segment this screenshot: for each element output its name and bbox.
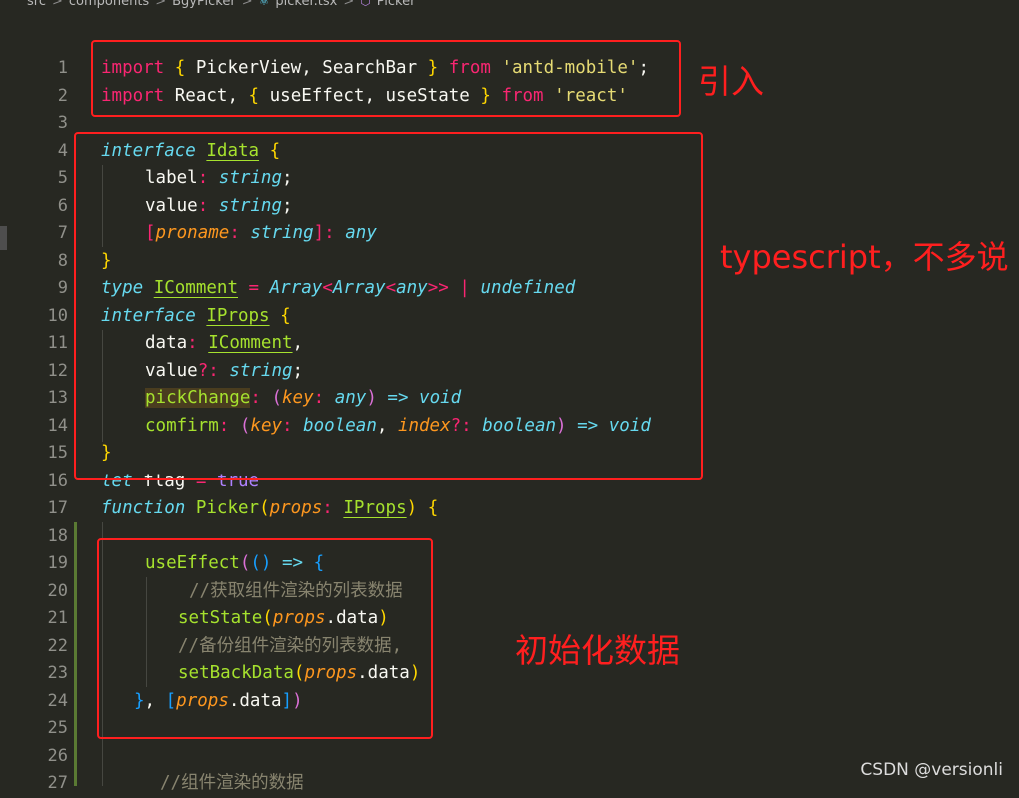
line-number: 10: [47, 305, 68, 326]
punctuation: :: [322, 498, 333, 518]
breadcrumb-item-symbol[interactable]: Picker: [377, 0, 416, 9]
line-number: 17: [47, 498, 68, 518]
annotation-box-import: [91, 40, 681, 117]
line-number: 24: [47, 690, 68, 711]
annotation-box-init: [97, 538, 433, 739]
code-line-17[interactable]: function Picker(props: IProps) {: [101, 495, 438, 523]
line-number: 6: [57, 195, 68, 216]
annotation-import-label: 引入: [698, 62, 764, 101]
line-number: 9: [57, 278, 68, 298]
watermark: CSDN @versionli: [860, 760, 1003, 780]
line-number: 21: [47, 608, 68, 628]
line-number: 5: [57, 168, 68, 188]
function-name: Picker: [195, 498, 260, 518]
breadcrumb-item-bgypicker[interactable]: BgyPicker: [172, 0, 236, 9]
line-number: 19: [47, 553, 68, 573]
line-number: 1: [57, 58, 68, 78]
breadcrumb-separator: >: [241, 0, 253, 9]
line-number: 14: [47, 415, 68, 436]
type-name: IProps: [343, 498, 407, 518]
react-file-icon: ⚛: [258, 0, 270, 8]
breadcrumb-separator: >: [51, 0, 63, 9]
breadcrumb-item-file[interactable]: picker.tsx: [275, 0, 337, 9]
line-number: 18: [47, 525, 68, 546]
line-number: 20: [47, 580, 68, 601]
breadcrumb-separator: >: [343, 0, 355, 9]
keyword: function: [101, 498, 186, 518]
symbol-icon: ⬡: [360, 0, 371, 8]
annotation-typescript-label: typescript，不多说: [720, 238, 1009, 276]
line-number: 12: [47, 360, 68, 381]
line-number: 16: [47, 470, 68, 491]
line-number: 25: [47, 718, 68, 738]
bracket: ): [406, 498, 418, 518]
git-change-indicator: [74, 522, 77, 786]
breadcrumb-item-src[interactable]: src: [27, 0, 46, 9]
line-number: 23: [47, 663, 68, 683]
bracket: {: [427, 498, 439, 518]
breadcrumb-separator: >: [155, 0, 167, 9]
line-number: 8: [57, 250, 68, 271]
line-number: 7: [57, 223, 68, 243]
breadcrumb-item-components[interactable]: components: [69, 0, 149, 9]
line-number: 11: [47, 333, 68, 353]
bracket: (: [259, 498, 270, 518]
line-number: 2: [57, 85, 68, 106]
breadcrumb: src > components > BgyPicker > ⚛ picker.tsx > ⬡ Pi…: [0, 0, 1019, 14]
line-number: 4: [57, 140, 68, 161]
line-number: 27: [47, 773, 68, 793]
line-number: 26: [47, 745, 68, 766]
line-number: 13: [47, 388, 68, 408]
line-number: 15: [47, 443, 68, 463]
line-number: 22: [47, 635, 68, 656]
line-number: 3: [57, 113, 68, 133]
annotation-init-label: 初始化数据: [515, 631, 680, 670]
code-line-27[interactable]: //组件渲染的数据: [160, 770, 304, 798]
annotation-box-typescript: [74, 132, 703, 480]
parameter: props: [269, 498, 323, 518]
